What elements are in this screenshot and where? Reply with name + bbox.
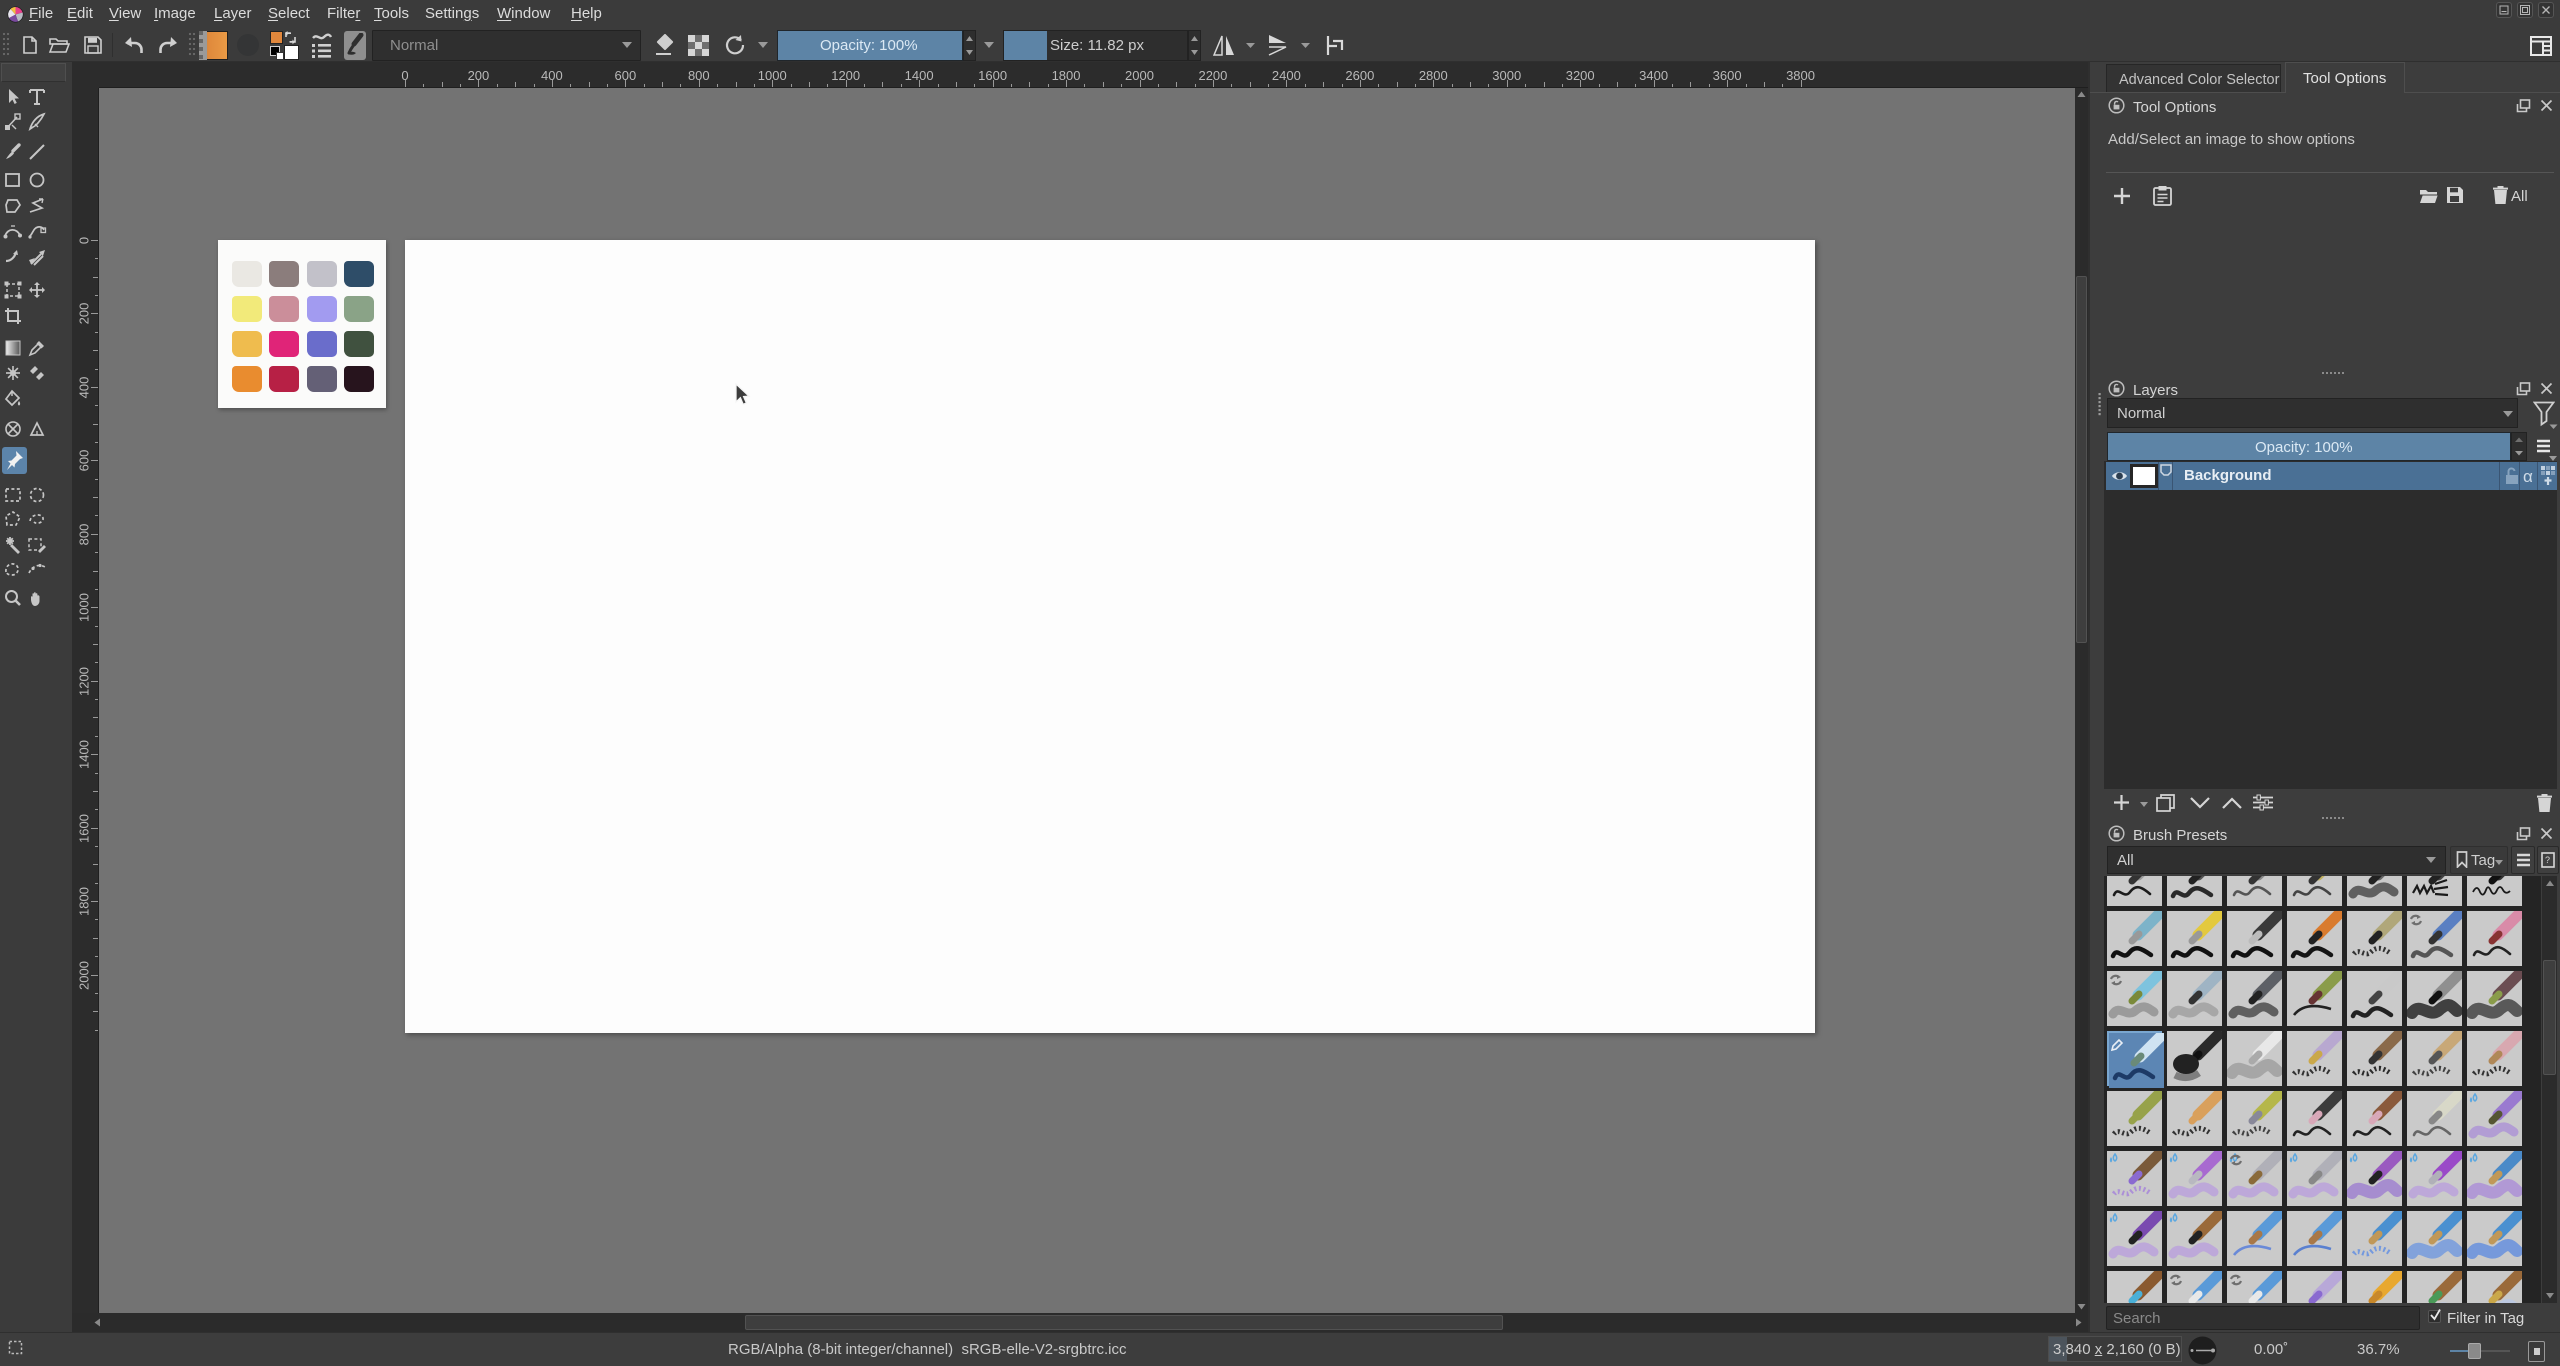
svg-text:?: ? (2545, 855, 2550, 865)
